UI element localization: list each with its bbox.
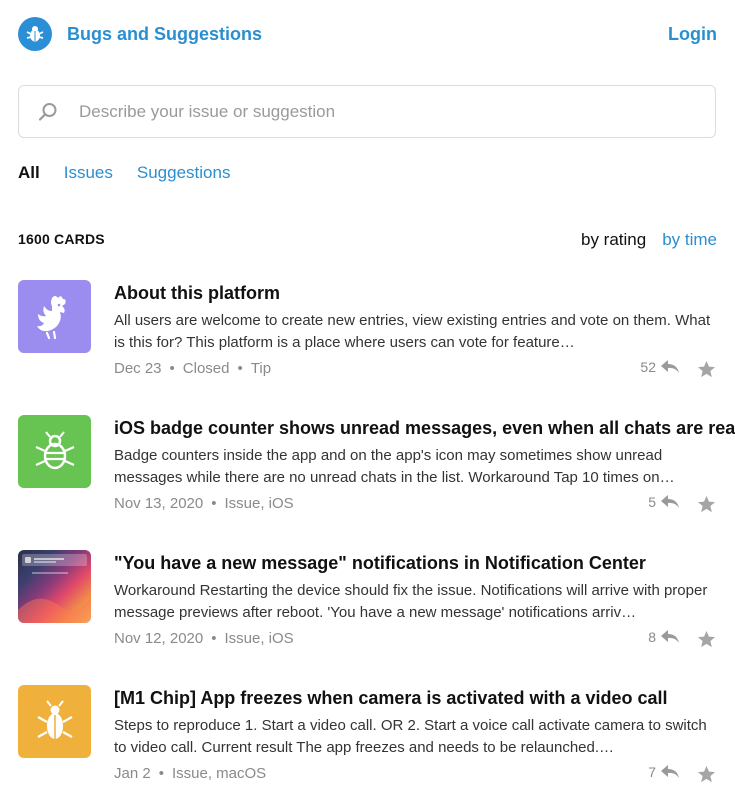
card-tags: Closed	[182, 360, 230, 377]
card-date: Nov 12, 2020	[114, 630, 204, 647]
separator-dot: •	[158, 765, 164, 782]
tab-issues[interactable]: Issues	[64, 163, 113, 183]
reply-icon	[661, 765, 679, 778]
search-box[interactable]	[18, 85, 716, 138]
card-title[interactable]: iOS badge counter shows unread messages,…	[114, 418, 735, 439]
card-date: Dec 23	[114, 360, 162, 377]
separator-dot: •	[211, 495, 217, 512]
bug-logo-icon[interactable]	[18, 17, 52, 51]
sort-by-rating[interactable]: by rating	[581, 230, 646, 250]
rooster-icon	[18, 280, 91, 353]
card-tags: Issue, iOS	[224, 630, 294, 647]
separator-dot: •	[211, 630, 217, 647]
reply-icon	[661, 630, 679, 643]
card-count: 1600 CARDS	[18, 231, 105, 247]
star-icon[interactable]	[696, 764, 716, 784]
star-icon[interactable]	[696, 359, 716, 379]
reply-count-value: 8	[648, 629, 656, 645]
list-item[interactable]: About this platform All users are welcom…	[18, 280, 718, 395]
reply-count[interactable]: 7	[648, 764, 680, 780]
list-item[interactable]: [M1 Chip] App freezes when camera is act…	[18, 685, 718, 800]
card-description: Badge counters inside the app and on the…	[114, 447, 675, 486]
card-title[interactable]: [M1 Chip] App freezes when camera is act…	[114, 688, 668, 709]
page: Bugs and Suggestions Login All Issues Su…	[0, 0, 735, 800]
list-item[interactable]: "You have a new message" notifications i…	[18, 550, 718, 665]
card-description: All users are welcome to create new entr…	[114, 312, 711, 351]
sort-by-time[interactable]: by time	[662, 230, 717, 250]
app-title[interactable]: Bugs and Suggestions	[67, 24, 262, 45]
sort-options: by rating by time	[581, 230, 717, 250]
card-description: Workaround Restarting the device should …	[114, 582, 708, 621]
star-icon[interactable]	[696, 629, 716, 649]
card-date: Nov 13, 2020	[114, 495, 204, 512]
card-tags: Issue, iOS	[224, 495, 294, 512]
card-title[interactable]: "You have a new message" notifications i…	[114, 553, 646, 574]
card-date: Jan 2	[114, 765, 151, 782]
card-meta: Nov 13, 2020 • Issue, iOS	[114, 495, 294, 512]
login-link[interactable]: Login	[668, 24, 717, 45]
card-meta: Dec 23 • Closed • Tip	[114, 360, 271, 377]
header: Bugs and Suggestions Login	[18, 16, 717, 52]
separator-dot: •	[169, 360, 175, 377]
filter-tabs: All Issues Suggestions	[18, 163, 230, 183]
star-icon[interactable]	[696, 494, 716, 514]
reply-count-value: 7	[648, 764, 656, 780]
separator-dot: •	[237, 360, 243, 377]
bug-icon	[18, 685, 91, 758]
reply-count[interactable]: 52	[640, 359, 680, 375]
reply-icon	[661, 495, 679, 508]
card-extra-tag: Tip	[250, 360, 272, 377]
tab-all[interactable]: All	[18, 163, 40, 183]
card-meta: Jan 2 • Issue, macOS	[114, 765, 266, 782]
reply-count[interactable]: 8	[648, 629, 680, 645]
reply-icon	[661, 360, 679, 373]
reply-count-value: 5	[648, 494, 656, 510]
reply-count-value: 52	[640, 359, 656, 375]
card-title[interactable]: About this platform	[114, 283, 280, 304]
search-icon	[37, 101, 59, 123]
search-input[interactable]	[77, 95, 715, 128]
card-description: Steps to reproduce 1. Start a video call…	[114, 717, 707, 756]
tab-suggestions[interactable]: Suggestions	[137, 163, 231, 183]
card-tags: Issue, macOS	[171, 765, 267, 782]
screenshot-thumbnail	[18, 550, 91, 623]
card-meta: Nov 12, 2020 • Issue, iOS	[114, 630, 294, 647]
list-item[interactable]: iOS badge counter shows unread messages,…	[18, 415, 735, 530]
bug-icon	[18, 415, 91, 488]
reply-count[interactable]: 5	[648, 494, 680, 510]
